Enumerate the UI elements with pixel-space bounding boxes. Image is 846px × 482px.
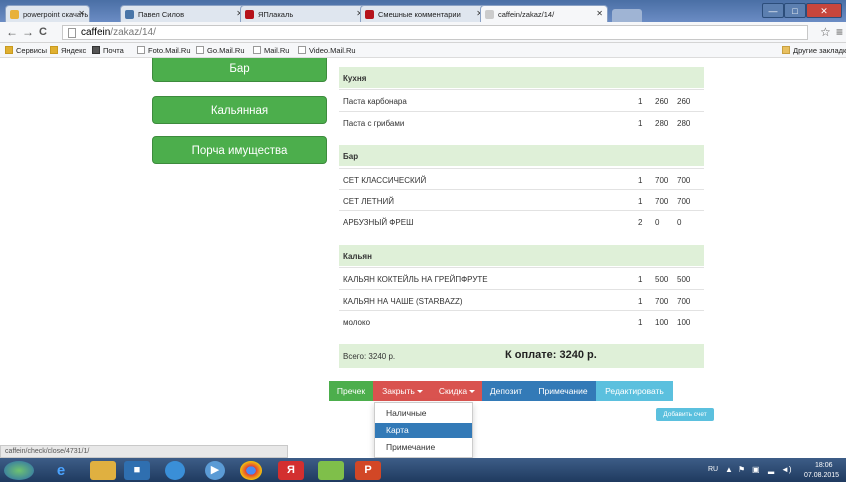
totals-row: Всего: 3240 р. К оплате: 3240 р. — [339, 344, 704, 368]
forward-button[interactable]: → — [22, 25, 34, 39]
maximize-button[interactable]: □ — [784, 3, 806, 18]
tab-title: Смешные комментарии — [378, 10, 461, 19]
close-check-button[interactable]: Закрыть — [373, 381, 432, 401]
caret-down-icon — [416, 390, 423, 393]
amount-to-pay: К оплате: 3240 р. — [505, 349, 597, 361]
language-indicator[interactable]: RU — [708, 466, 718, 473]
mail-icon — [92, 46, 100, 54]
minimize-button[interactable]: — — [762, 3, 784, 18]
signal-icon[interactable]: ▂ — [768, 465, 774, 474]
chrome-icon[interactable] — [240, 461, 262, 480]
page-icon — [196, 46, 204, 54]
other-bookmarks[interactable]: Другие закладк — [782, 46, 846, 55]
reload-button[interactable]: C — [39, 25, 47, 39]
yandex-browser-icon[interactable]: Я — [278, 461, 304, 480]
close-window-button[interactable]: ✕ — [806, 3, 842, 18]
folder-icon — [782, 46, 790, 54]
section-bar-header: Бар — [339, 145, 704, 166]
page-viewport: Бар Кальянная Порча имущества Кухня Паст… — [0, 58, 846, 458]
close-icon[interactable]: ✕ — [596, 9, 603, 18]
bookmark-services[interactable]: Сервисы — [5, 46, 47, 55]
caret-down-icon — [469, 390, 476, 393]
browser-tab[interactable]: Смешные комментарии ✕ — [360, 5, 488, 22]
tab-title: ЯПлакаль — [258, 10, 294, 19]
close-icon[interactable]: ✕ — [78, 9, 85, 18]
bookmark-video[interactable]: Video.Mail.Ru — [298, 46, 356, 55]
media-player-icon[interactable]: ▶ — [205, 461, 225, 480]
close-dropdown-menu: Наличные Карта Примечание — [374, 402, 473, 458]
dropdown-item-note[interactable]: Примечание — [375, 440, 472, 455]
discount-button[interactable]: Скидка — [432, 381, 482, 401]
bookmark-mailru[interactable]: Mail.Ru — [253, 46, 289, 55]
edit-button[interactable]: Редактировать — [596, 381, 673, 401]
vk-icon — [125, 10, 134, 19]
tab-title: caffein/zakaz/14/ — [498, 10, 555, 19]
bookmark-go[interactable]: Go.Mail.Ru — [196, 46, 245, 55]
address-host: caffein — [81, 27, 111, 38]
star-icon[interactable]: ☆ — [820, 25, 831, 39]
internet-explorer-icon[interactable]: e — [48, 461, 74, 480]
section-hookah-header: Кальян — [339, 245, 704, 266]
menu-icon[interactable]: ≡ — [836, 25, 843, 39]
total-sum: Всего: 3240 р. — [343, 352, 396, 361]
tray-arrow-icon[interactable]: ▲ — [725, 465, 733, 474]
powerpoint-icon[interactable]: P — [355, 461, 381, 480]
folder-icon[interactable] — [90, 461, 116, 480]
browser-tab[interactable]: ЯПлакаль ✕ — [240, 5, 368, 22]
volume-icon[interactable]: ◄) — [781, 465, 792, 474]
add-bill-button[interactable]: Добавить счет — [656, 408, 714, 421]
page-icon — [68, 28, 76, 38]
table-row: СЕТ КЛАССИЧЕСКИЙ 1 700 700 — [339, 168, 704, 189]
new-tab-button[interactable] — [612, 9, 642, 22]
yandex-icon — [10, 10, 19, 19]
skype-icon[interactable] — [165, 461, 185, 480]
bookmark-foto[interactable]: Foto.Mail.Ru — [137, 46, 191, 55]
media-icon[interactable]: ■ — [124, 461, 150, 480]
yaplakal-icon — [245, 10, 254, 19]
yaplakal-icon — [365, 10, 374, 19]
dropdown-item-cash[interactable]: Наличные — [375, 406, 472, 421]
back-button[interactable]: ← — [6, 25, 18, 39]
status-url: caffein/check/close/4731/1/ — [0, 445, 288, 458]
apps-icon — [5, 46, 13, 54]
address-path: /zakaz/14/ — [110, 27, 156, 38]
table-row: молоко 1 100 100 — [339, 310, 704, 331]
section-kitchen-header: Кухня — [339, 67, 704, 88]
table-row: КАЛЬЯН КОКТЕЙЛЬ НА ГРЕЙПФРУТЕ 1 500 500 — [339, 267, 704, 288]
address-bar[interactable]: caffein/zakaz/14/ — [62, 25, 808, 40]
table-row: Паста с грибами 1 280 280 — [339, 111, 704, 132]
page-icon — [298, 46, 306, 54]
precheck-button[interactable]: Пречек — [329, 381, 373, 401]
yandex-icon — [50, 46, 58, 54]
clock-date[interactable]: 07.08.2015 — [804, 472, 839, 479]
dropdown-item-card[interactable]: Карта — [375, 423, 472, 438]
network-icon[interactable]: ▣ — [752, 465, 760, 474]
page-icon — [253, 46, 261, 54]
deposit-button[interactable]: Депозит — [482, 381, 530, 401]
paint-icon[interactable] — [318, 461, 344, 480]
table-row: Паста карбонара 1 260 260 — [339, 89, 704, 110]
tab-title: Павел Силов — [138, 10, 185, 19]
browser-tab[interactable]: powerpoint скачать бесп ✕ — [5, 5, 90, 22]
start-icon[interactable] — [4, 461, 34, 480]
bookmark-yandex[interactable]: Яндекс — [50, 46, 86, 55]
table-row: СЕТ ЛЕТНИЙ 1 700 700 — [339, 189, 704, 210]
menu-damage-button[interactable]: Порча имущества — [152, 136, 327, 164]
table-row: АРБУЗНЫЙ ФРЕШ 2 0 0 — [339, 210, 704, 231]
menu-hookah-button[interactable]: Кальянная — [152, 96, 327, 124]
browser-tab-active[interactable]: caffein/zakaz/14/ ✕ — [480, 5, 608, 23]
flag-icon[interactable]: ⚑ — [738, 465, 745, 474]
page-icon — [137, 46, 145, 54]
browser-tab[interactable]: Павел Силов ✕ — [120, 5, 248, 22]
page-icon — [485, 10, 494, 19]
bookmarks-bar — [0, 43, 846, 58]
table-row: КАЛЬЯН НА ЧАШЕ (STARBAZZ) 1 700 700 — [339, 289, 704, 310]
menu-bar-button[interactable]: Бар — [152, 58, 327, 82]
clock-time[interactable]: 18:06 — [815, 462, 833, 469]
note-button[interactable]: Примечание — [530, 381, 596, 401]
bookmark-mail[interactable]: Почта — [92, 46, 124, 55]
